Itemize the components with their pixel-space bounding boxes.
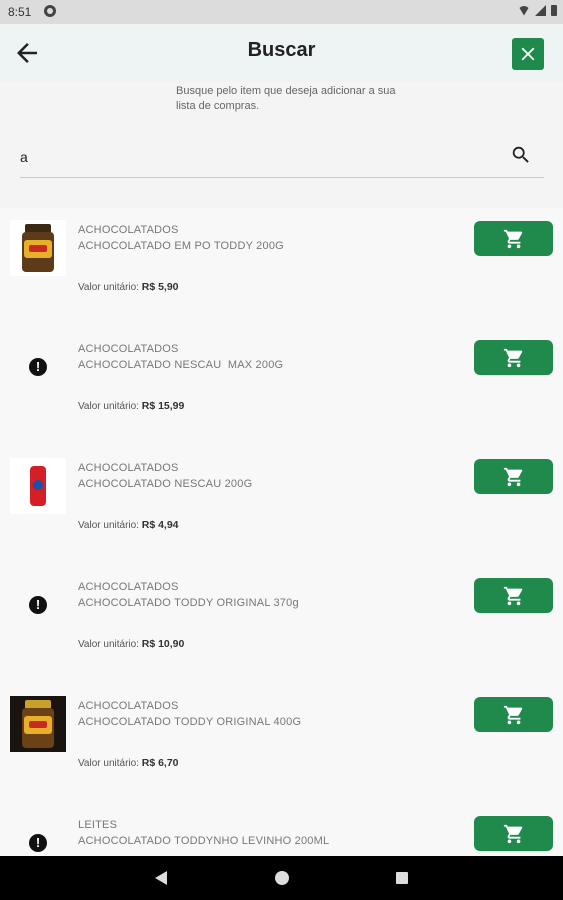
add-to-cart-button[interactable] [474, 221, 553, 256]
product-image [10, 696, 66, 752]
shopping-cart-icon [503, 229, 522, 248]
exclamation-circle-icon: ! [29, 834, 47, 852]
nav-home-icon[interactable] [275, 871, 289, 885]
item-category: ACHOCOLATADOS [78, 581, 179, 593]
system-navigation-bar [0, 856, 563, 900]
item-name: ACHOCOLATADO TODDYNHO LEVINHO 200ML [78, 835, 330, 847]
search-hint: Busque pelo item que deseja adicionar a … [176, 85, 396, 112]
add-to-cart-button[interactable] [474, 816, 553, 851]
nav-recents-icon[interactable] [396, 872, 408, 884]
item-category: ACHOCOLATADOS [78, 700, 179, 712]
product-image: ! [10, 815, 66, 856]
toddy-jar-image [21, 700, 55, 748]
signal-icon [535, 5, 546, 16]
item-price: R$ 5,90 [141, 281, 179, 293]
price-label: Valor unitário: [78, 520, 139, 531]
search-icon [512, 146, 529, 163]
item-price: R$ 4,94 [141, 519, 179, 531]
product-image [10, 220, 66, 276]
list-item: ACHOCOLATADOS ACHOCOLATADO EM PO TODDY 2… [0, 208, 563, 327]
item-price-row: Valor unitário: R$ 4,94 [78, 519, 179, 531]
shopping-cart-icon [503, 467, 522, 486]
top-app-bar: Buscar [0, 24, 563, 82]
list-item: ACHOCOLATADOS ACHOCOLATADO NESCAU 200G V… [0, 446, 563, 565]
item-price: R$ 15,99 [141, 400, 185, 412]
search-button[interactable] [510, 144, 532, 166]
exclamation-circle-icon: ! [29, 358, 47, 376]
toddy-jar-image [21, 224, 55, 272]
exclamation-circle-icon: ! [29, 596, 47, 614]
product-image: ! [10, 577, 66, 633]
close-button[interactable] [512, 38, 544, 70]
product-image [10, 458, 66, 514]
shopping-cart-icon [503, 824, 522, 843]
list-item: ! ACHOCOLATADOS ACHOCOLATADO NESCAU MAX … [0, 327, 563, 446]
item-price-row: Valor unitário: R$ 6,70 [78, 757, 179, 769]
item-name: ACHOCOLATADO NESCAU 200G [78, 478, 253, 490]
item-name: ACHOCOLATADO TODDY ORIGINAL 400G [78, 716, 302, 728]
product-list: ACHOCOLATADOS ACHOCOLATADO EM PO TODDY 2… [0, 208, 563, 856]
product-image: ! [10, 339, 66, 395]
add-to-cart-button[interactable] [474, 459, 553, 494]
item-price-row: Valor unitário: R$ 5,90 [78, 281, 179, 293]
search-input[interactable] [20, 144, 500, 170]
status-bar: 8:51 [0, 0, 563, 24]
search-bar [20, 140, 544, 178]
status-time: 8:51 [8, 5, 32, 19]
list-item: ACHOCOLATADOS ACHOCOLATADO TODDY ORIGINA… [0, 684, 563, 803]
item-category: LEITES [78, 819, 118, 831]
page-title: Buscar [247, 39, 316, 61]
price-label: Valor unitário: [78, 639, 139, 650]
list-item: ! ACHOCOLATADOS ACHOCOLATADO TODDY ORIGI… [0, 565, 563, 684]
price-label: Valor unitário: [78, 401, 139, 412]
item-price: R$ 6,70 [141, 757, 179, 769]
battery-icon [551, 5, 557, 16]
item-category: ACHOCOLATADOS [78, 224, 179, 236]
item-name: ACHOCOLATADO EM PO TODDY 200G [78, 240, 284, 252]
add-to-cart-button[interactable] [474, 578, 553, 613]
item-category: ACHOCOLATADOS [78, 343, 179, 355]
add-to-cart-button[interactable] [474, 697, 553, 732]
shopping-cart-icon [503, 348, 522, 367]
list-item: ! LEITES ACHOCOLATADO TODDYNHO LEVINHO 2… [0, 803, 563, 856]
item-price-row: Valor unitário: R$ 10,90 [78, 638, 184, 650]
item-name: ACHOCOLATADO NESCAU MAX 200G [78, 359, 284, 371]
shopping-cart-icon [503, 586, 522, 605]
nescau-can-image [30, 466, 46, 506]
item-price: R$ 10,90 [141, 638, 185, 650]
item-name: ACHOCOLATADO TODDY ORIGINAL 370g [78, 597, 299, 609]
sync-icon [44, 5, 56, 17]
shopping-cart-icon [503, 705, 522, 724]
add-to-cart-button[interactable] [474, 340, 553, 375]
nav-back-icon[interactable] [155, 871, 167, 885]
item-price-row: Valor unitário: R$ 15,99 [78, 400, 184, 412]
item-category: ACHOCOLATADOS [78, 462, 179, 474]
close-icon [521, 47, 535, 61]
price-label: Valor unitário: [78, 282, 139, 293]
wifi-icon [518, 5, 530, 16]
price-label: Valor unitário: [78, 758, 139, 769]
